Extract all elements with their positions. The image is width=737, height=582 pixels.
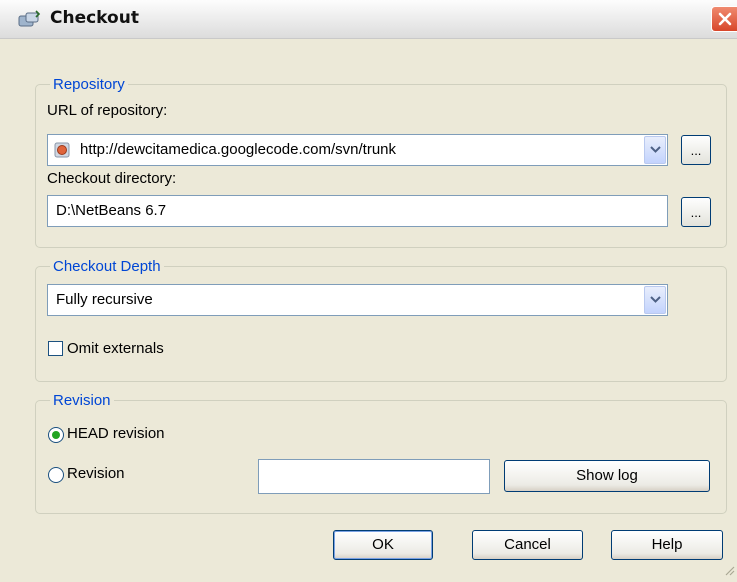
head-revision-radio[interactable]	[48, 427, 64, 443]
resize-grip-icon[interactable]	[723, 563, 735, 580]
ok-button[interactable]: OK	[333, 530, 433, 560]
browse-url-button[interactable]: ...	[681, 135, 711, 165]
url-combobox[interactable]: http://dewcitamedica.googlecode.com/svn/…	[47, 134, 668, 166]
url-value: http://dewcitamedica.googlecode.com/svn/…	[80, 141, 397, 158]
depth-select[interactable]: Fully recursive	[47, 284, 668, 316]
revision-group: Revision	[35, 392, 727, 514]
revision-legend: Revision	[53, 392, 111, 409]
repository-legend: Repository	[53, 76, 125, 93]
revision-radio[interactable]	[48, 467, 64, 483]
radio-selected-dot	[52, 431, 60, 439]
omit-externals-label[interactable]: Omit externals	[67, 340, 164, 357]
dialog-title: Checkout	[50, 8, 139, 28]
depth-selected-value: Fully recursive	[56, 291, 153, 308]
url-label: URL of repository:	[47, 102, 168, 119]
checkout-depth-group: Checkout Depth	[35, 258, 727, 382]
revision-label[interactable]: Revision	[67, 465, 125, 482]
checkout-dialog: Checkout Repository URL of repository: h…	[0, 0, 737, 582]
revision-number-input[interactable]	[258, 459, 490, 494]
head-revision-label[interactable]: HEAD revision	[67, 425, 165, 442]
globe-icon	[54, 142, 70, 162]
checkout-directory-value: D:\NetBeans 6.7	[56, 202, 167, 219]
browse-directory-button[interactable]: ...	[681, 197, 711, 227]
chevron-down-icon	[650, 296, 661, 303]
depth-dropdown-button[interactable]	[644, 286, 666, 314]
close-button[interactable]	[711, 6, 737, 32]
checkout-directory-input[interactable]: D:\NetBeans 6.7	[47, 195, 668, 227]
checkout-icon	[18, 10, 42, 28]
title-bar: Checkout	[0, 0, 737, 39]
chevron-down-icon	[650, 146, 661, 153]
help-button[interactable]: Help	[611, 530, 723, 560]
close-icon	[718, 12, 732, 26]
cancel-button[interactable]: Cancel	[472, 530, 583, 560]
checkout-depth-legend: Checkout Depth	[53, 258, 161, 275]
show-log-button[interactable]: Show log	[504, 460, 710, 492]
url-dropdown-button[interactable]	[644, 136, 666, 164]
checkout-directory-label: Checkout directory:	[47, 170, 177, 187]
omit-externals-checkbox[interactable]	[48, 341, 63, 356]
